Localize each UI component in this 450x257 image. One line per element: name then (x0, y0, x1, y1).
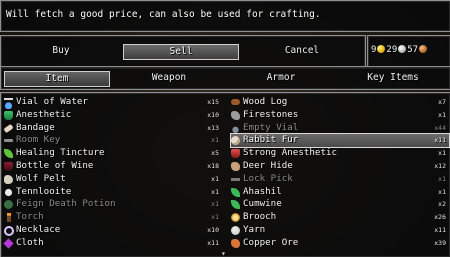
buy-button[interactable]: Buy (11, 44, 111, 58)
scroll-down-arrow-icon[interactable]: ▾ (221, 249, 226, 257)
lockpick-icon (231, 177, 240, 181)
brooch-icon (231, 213, 240, 223)
list-item-selected[interactable]: Rabbit Fur x11 (230, 133, 450, 149)
necklace-icon (4, 225, 14, 236)
copper-amount: 57 (407, 45, 419, 55)
empty-vial-icon (231, 123, 240, 133)
gold-amount: 9 (371, 45, 377, 55)
list-item[interactable]: Deer Hide x12 (231, 160, 449, 173)
cancel-button[interactable]: Cancel (246, 44, 358, 58)
list-item[interactable]: Wolf Pelt x1 (4, 173, 222, 186)
list-item[interactable]: Wood Log x7 (231, 96, 449, 109)
ore-icon (231, 238, 240, 248)
list-item[interactable]: Necklace x10 (4, 224, 222, 237)
list-item[interactable]: Room Key x1 (4, 134, 222, 147)
herb-icon (231, 200, 240, 210)
tab-item[interactable]: Item (4, 71, 110, 87)
tab-key-items[interactable]: Key Items (343, 71, 443, 85)
list-item[interactable]: Tennlooite x1 (4, 186, 222, 199)
list-item[interactable]: Empty Vial x44 (231, 122, 449, 135)
gem-icon (4, 188, 13, 196)
potion-icon (231, 149, 240, 159)
herb-icon (231, 187, 240, 197)
list-item[interactable]: Cumwine x2 (231, 198, 449, 211)
wine-icon (4, 161, 13, 171)
category-window: Item Weapon Armor Key Items (0, 66, 450, 90)
list-item[interactable]: Healing Tincture x5 (4, 147, 222, 160)
key-icon (4, 139, 13, 143)
tab-weapon[interactable]: Weapon (119, 71, 219, 85)
vial-icon (4, 98, 13, 109)
help-window: Will fetch a good price, can also be use… (0, 0, 450, 32)
list-item[interactable]: Torch x1 (4, 211, 222, 224)
log-icon (231, 99, 240, 105)
yarn-icon (231, 225, 240, 235)
tab-armor[interactable]: Armor (231, 71, 331, 85)
potion-icon (4, 200, 13, 210)
sell-button[interactable]: Sell (123, 44, 239, 60)
potion-icon (4, 110, 13, 120)
stone-icon (231, 110, 240, 120)
item-description: Will fetch a good price, can also be use… (6, 9, 321, 20)
list-item[interactable]: Lock Pick x1 (231, 173, 449, 186)
currency-display: 9 29 57 (371, 45, 428, 55)
list-item[interactable]: Yarn x11 (231, 224, 449, 237)
list-item[interactable]: Cloth x11 (3, 237, 222, 250)
list-item[interactable]: Brooch x26 (231, 211, 449, 224)
cloth-icon (3, 238, 14, 249)
sell-item-list: Vial of Water x15 Anesthetic x10 Bandage x1… (0, 92, 450, 257)
item-column-right: Wood Log x7 Firestones x1 Empty Vial x44 Ra… (230, 96, 450, 250)
list-item[interactable]: Firestones x1 (231, 109, 449, 122)
list-item[interactable]: Feign Death Potion x1 (4, 198, 222, 211)
pelt-icon (4, 174, 13, 184)
hide-icon (231, 161, 240, 171)
list-item[interactable]: Ahashil x1 (231, 186, 449, 199)
list-item[interactable]: Strong Anesthetic x1 (231, 147, 449, 160)
gold-coin-icon (377, 45, 386, 53)
herb-icon (4, 149, 13, 159)
silver-coin-icon (398, 45, 407, 53)
list-item[interactable]: Vial of Water x15 (4, 96, 222, 109)
item-column-left: Vial of Water x15 Anesthetic x10 Bandage x1… (3, 96, 222, 250)
torch-icon (7, 213, 11, 223)
list-item[interactable]: Bottle of Wine x18 (4, 160, 222, 173)
bandage-icon (3, 123, 14, 133)
shop-command-window: Buy Sell Cancel (0, 35, 366, 69)
list-item[interactable]: Bandage x13 (3, 122, 222, 135)
shop-screen: Will fetch a good price, can also be use… (0, 0, 450, 257)
silver-amount: 29 (386, 45, 398, 55)
currency-window: 9 29 57 (367, 35, 450, 69)
fur-icon (231, 136, 240, 146)
list-item[interactable]: Copper Ore x39 (231, 237, 449, 250)
list-item[interactable]: Anesthetic x10 (4, 109, 222, 122)
copper-coin-icon (419, 45, 428, 53)
